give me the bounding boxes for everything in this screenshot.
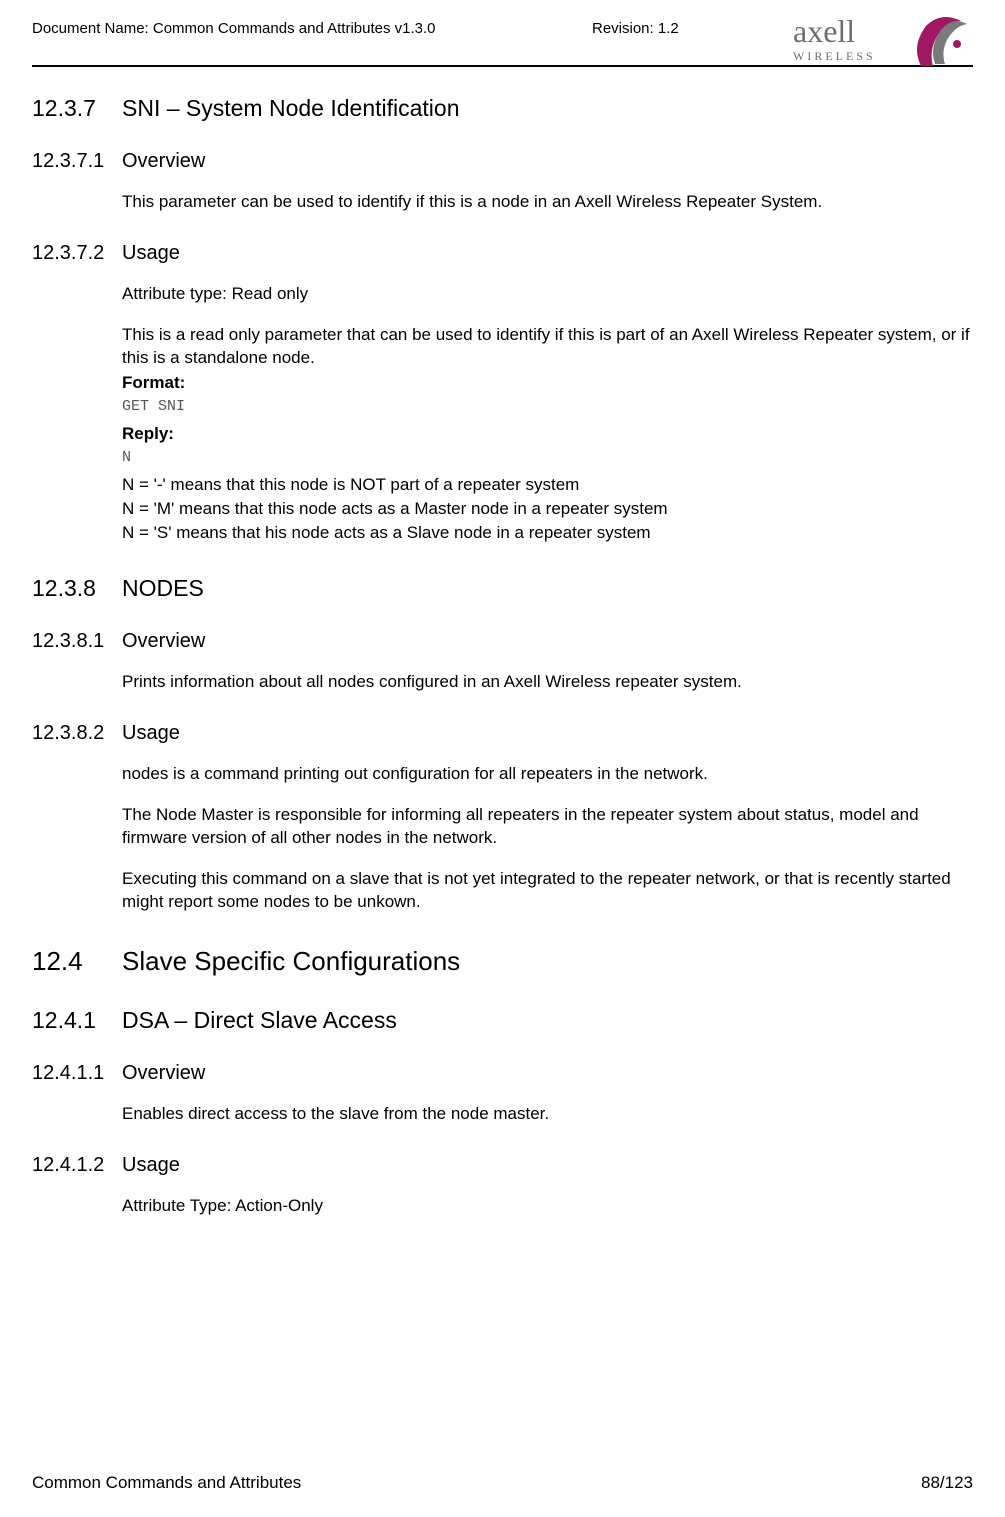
section-number: 12.3.7.1	[32, 150, 122, 173]
section-title: Usage	[122, 722, 180, 745]
section-title: Usage	[122, 1154, 180, 1177]
section-title: DSA – Direct Slave Access	[122, 1007, 397, 1034]
section-heading: 12.4.1DSA – Direct Slave Access	[32, 1007, 973, 1034]
section-title: Overview	[122, 1062, 205, 1085]
section-heading: 12.4Slave Specific Configurations	[32, 946, 973, 977]
paragraph: Attribute type: Read only	[122, 283, 973, 306]
body-block: Prints information about all nodes confi…	[122, 671, 973, 694]
rules-block: N = '-' means that this node is NOT part…	[122, 474, 973, 545]
section-heading: 12.3.8.2Usage	[32, 722, 973, 745]
paragraph: This is a read only parameter that can b…	[122, 324, 973, 370]
section-title: Slave Specific Configurations	[122, 946, 460, 977]
section-title: SNI – System Node Identification	[122, 95, 460, 122]
section-title: Usage	[122, 242, 180, 265]
body-block: nodes is a command printing out configur…	[122, 763, 973, 914]
section-number: 12.4.1.1	[32, 1062, 122, 1085]
section-heading: 12.3.7.1Overview	[32, 150, 973, 173]
paragraph: Prints information about all nodes confi…	[122, 671, 973, 694]
section-number: 12.4.1	[32, 1007, 122, 1034]
paragraph: nodes is a command printing out configur…	[122, 763, 973, 786]
section-number: 12.3.8	[32, 575, 122, 602]
section-title: NODES	[122, 575, 204, 602]
body-block: Attribute Type: Action-Only	[122, 1195, 973, 1218]
document-name-label: Document Name: Common Commands and Attri…	[32, 18, 436, 37]
page-container: Document Name: Common Commands and Attri…	[0, 0, 1005, 1517]
paragraph: This parameter can be used to identify i…	[122, 191, 973, 214]
body-block: Attribute type: Read only This is a read …	[122, 283, 973, 545]
section-number: 12.4	[32, 946, 122, 977]
section-number: 12.3.7.2	[32, 242, 122, 265]
rule-line: N = '-' means that this node is NOT part…	[122, 474, 973, 497]
rule-line: N = 'S' means that his node acts as a Sl…	[122, 522, 973, 545]
section-heading: 12.3.7.2Usage	[32, 242, 973, 265]
body-block: This parameter can be used to identify i…	[122, 191, 973, 214]
logo-sub-text: WIRELESS	[793, 49, 876, 63]
section-heading: 12.3.8.1Overview	[32, 630, 973, 653]
paragraph: The Node Master is responsible for infor…	[122, 804, 973, 850]
section-number: 12.4.1.2	[32, 1154, 122, 1177]
section-heading: 12.4.1.1Overview	[32, 1062, 973, 1085]
rule-line: N = 'M' means that this node acts as a M…	[122, 498, 973, 521]
body-block: Enables direct access to the slave from …	[122, 1103, 973, 1126]
footer-left: Common Commands and Attributes	[32, 1473, 301, 1493]
label-bold: Reply:	[122, 423, 973, 446]
logo-main-text: axell	[793, 13, 855, 49]
section-heading: 12.4.1.2Usage	[32, 1154, 973, 1177]
page-footer: Common Commands and Attributes 88/123	[32, 1464, 973, 1493]
section-title: Overview	[122, 630, 205, 653]
paragraph: Enables direct access to the slave from …	[122, 1103, 973, 1126]
logo-swoosh-icon	[917, 17, 967, 66]
section-heading: 12.3.7SNI – System Node Identification	[32, 95, 973, 122]
page-header: Document Name: Common Commands and Attri…	[32, 18, 973, 73]
paragraph: Attribute Type: Action-Only	[122, 1195, 973, 1218]
revision-label: Revision: 1.2	[592, 20, 679, 37]
section-heading: 12.3.8NODES	[32, 575, 973, 602]
logo: axell WIRELESS	[793, 12, 973, 74]
content-area: 12.3.7SNI – System Node Identification12…	[32, 77, 973, 1464]
paragraph: Executing this command on a slave that i…	[122, 868, 973, 914]
section-number: 12.3.8.2	[32, 722, 122, 745]
code-line: GET SNI	[122, 397, 973, 417]
label-bold: Format:	[122, 372, 973, 395]
footer-right: 88/123	[921, 1473, 973, 1493]
code-line: N	[122, 448, 973, 468]
section-title: Overview	[122, 150, 205, 173]
section-number: 12.3.7	[32, 95, 122, 122]
section-number: 12.3.8.1	[32, 630, 122, 653]
